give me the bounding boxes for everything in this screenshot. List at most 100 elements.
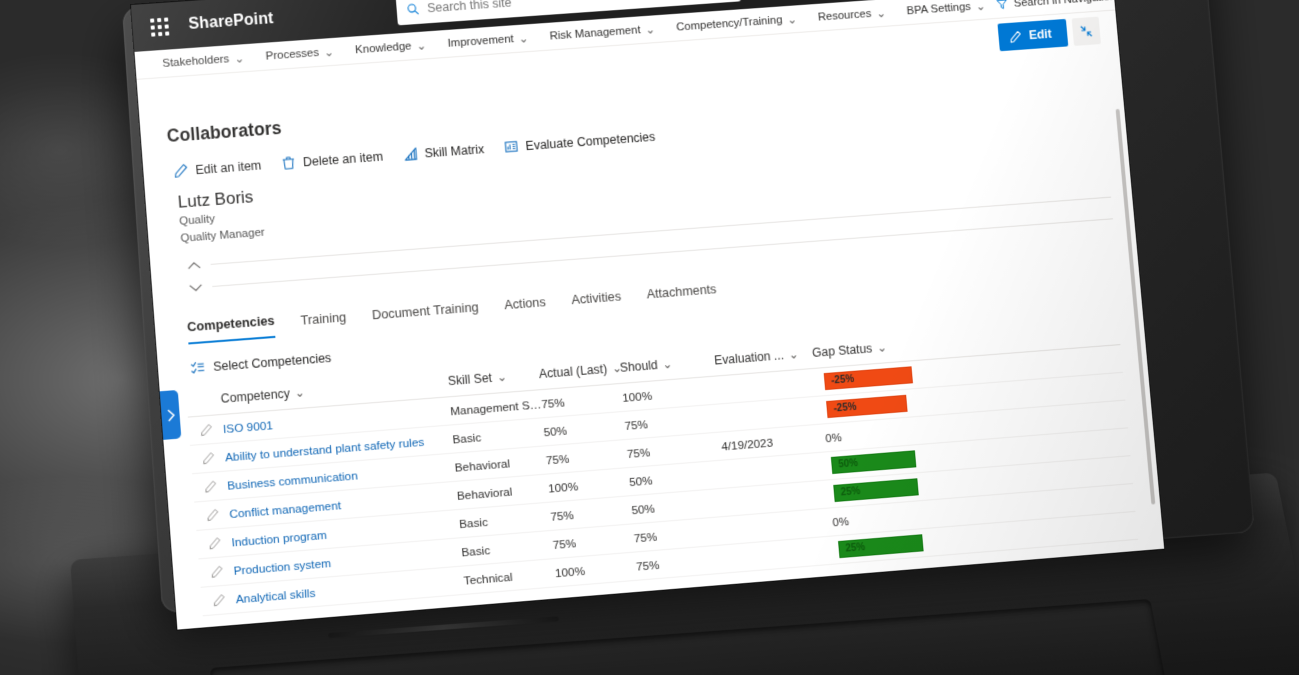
evaluate-icon [503, 139, 519, 155]
gap-status-bar: -25% [823, 366, 913, 391]
pencil-icon [174, 163, 187, 178]
nav-label: BPA Settings [906, 0, 972, 17]
column-label: Skill Set [447, 370, 493, 389]
nav-label: Competency/Training [675, 13, 783, 34]
command-label: Skill Matrix [423, 141, 485, 160]
collapse-icon [1079, 24, 1094, 39]
column-label: Evaluation ... [713, 348, 785, 368]
nav-item-stakeholders[interactable]: Stakeholders ⌄ [151, 50, 255, 71]
nav-item-risk-management[interactable]: Risk Management ⌄ [538, 21, 666, 44]
tab-actions[interactable]: Actions [504, 294, 547, 320]
row-edit-pencil-icon[interactable] [191, 450, 226, 466]
command-label: Evaluate Competencies [524, 129, 656, 153]
tab-competencies[interactable]: Competencies [186, 312, 276, 345]
column-label: Competency [220, 386, 291, 406]
brand-label[interactable]: SharePoint [188, 10, 274, 34]
chevron-down-icon: ⌄ [875, 7, 887, 20]
row-edit-pencil-icon[interactable] [193, 479, 228, 495]
app-launcher-icon[interactable] [146, 13, 174, 41]
search-in-navigation-label: Search in Navigation [1013, 0, 1116, 9]
nav-item-bpa-settings[interactable]: BPA Settings ⌄ [896, 0, 997, 19]
nav-item-resources[interactable]: Resources ⌄ [807, 5, 897, 25]
cell-skill-set: Basic [451, 429, 482, 447]
nav-item-competency-training[interactable]: Competency/Training ⌄ [665, 11, 808, 35]
cell-should: 75% [624, 416, 649, 433]
row-edit-pencil-icon[interactable] [199, 564, 234, 580]
chevron-down-icon[interactable] [178, 281, 213, 293]
nav-label: Processes [265, 46, 320, 63]
collapse-button[interactable] [1071, 16, 1101, 46]
chevron-down-icon: ⌄ [323, 46, 334, 60]
chevron-down-icon: ⌄ [294, 385, 306, 401]
gap-status-bar: -25% [826, 394, 908, 419]
search-in-navigation[interactable]: Search in Navigation [995, 0, 1134, 11]
edit-an-item-button[interactable]: Edit an item [173, 157, 262, 178]
command-label: Delete an item [302, 149, 384, 169]
column-label: Actual (Last) [538, 361, 608, 382]
cell-should: 100% [621, 388, 653, 405]
column-header-actual[interactable]: Actual (Last) ⌄ [538, 361, 622, 382]
delete-an-item-button[interactable]: Delete an item [281, 149, 384, 171]
nav-item-processes[interactable]: Processes ⌄ [254, 44, 345, 64]
row-edit-pencil-icon[interactable] [201, 592, 236, 608]
chevron-down-icon: ⌄ [786, 13, 798, 27]
tab-attachments[interactable]: Attachments [646, 281, 718, 309]
chevron-down-icon: ⌄ [233, 52, 245, 66]
column-header-evaluation[interactable]: Evaluation ... ⌄ [714, 346, 813, 368]
cell-should: 75% [626, 444, 651, 461]
tab-activities[interactable]: Activities [571, 288, 623, 315]
cell-skill-set: Technical [463, 569, 514, 588]
evaluate-competencies-button[interactable]: Evaluate Competencies [503, 129, 656, 155]
chevron-up-icon[interactable] [176, 259, 211, 271]
bar-chart-icon [402, 146, 418, 162]
chevron-down-icon: ⌄ [415, 39, 427, 53]
row-edit-pencil-icon[interactable] [195, 507, 230, 523]
cell-evaluation [726, 494, 824, 502]
tab-document-training[interactable]: Document Training [371, 299, 479, 330]
cell-evaluation [724, 466, 822, 474]
column-label: Should [619, 357, 659, 375]
column-header-should[interactable]: Should ⌄ [619, 354, 715, 375]
cell-evaluation: 4/19/2023 [720, 434, 774, 454]
chevron-down-icon: ⌄ [876, 340, 888, 355]
cell-should: 75% [633, 529, 658, 545]
cell-evaluation [731, 550, 829, 558]
chevron-down-icon: ⌄ [788, 347, 800, 362]
cell-evaluation [717, 382, 815, 390]
nav-label: Knowledge [354, 39, 412, 56]
search-icon [406, 1, 420, 16]
chevron-down-icon: ⌄ [518, 32, 529, 46]
row-edit-pencil-icon[interactable] [197, 535, 232, 551]
cell-actual: 100% [554, 563, 586, 580]
nav-item-knowledge[interactable]: Knowledge ⌄ [344, 37, 438, 57]
cell-evaluation [728, 522, 826, 530]
gap-status-bar: 25% [833, 478, 919, 503]
gap-status-bar: 50% [830, 450, 917, 475]
trash-icon [282, 156, 295, 170]
gap-status-bar: 25% [838, 534, 924, 559]
column-header-skill-set[interactable]: Skill Set ⌄ [447, 367, 539, 389]
cell-actual: 75% [552, 535, 577, 552]
chevron-down-icon: ⌄ [975, 0, 986, 13]
page-body: Collaborators Edit an item Delete an ite… [139, 48, 1163, 619]
pencil-icon [1009, 29, 1023, 43]
nav-label: Resources [817, 7, 872, 24]
select-list-icon [190, 359, 206, 375]
tab-training[interactable]: Training [300, 309, 347, 336]
chevron-down-icon: ⌄ [496, 369, 508, 385]
cell-skill-set: Basic [460, 542, 491, 559]
cell-skill-set: Management Sys... [449, 396, 542, 418]
cell-evaluation [719, 410, 817, 418]
cell-skill-set: Behavioral [454, 455, 511, 475]
nav-item-improvement[interactable]: Improvement ⌄ [436, 30, 539, 51]
row-edit-pencil-icon[interactable] [188, 422, 223, 438]
cell-actual: 75% [540, 394, 566, 411]
cell-should: 75% [635, 557, 661, 574]
gap-status-value: 0% [832, 515, 850, 529]
side-panel-handle[interactable] [159, 389, 182, 440]
nav-label: Stakeholders [161, 52, 230, 70]
edit-button[interactable]: Edit [997, 18, 1069, 52]
nav-label: Risk Management [549, 23, 641, 43]
skill-matrix-button[interactable]: Skill Matrix [402, 141, 485, 162]
nav-label: Improvement [447, 32, 515, 50]
